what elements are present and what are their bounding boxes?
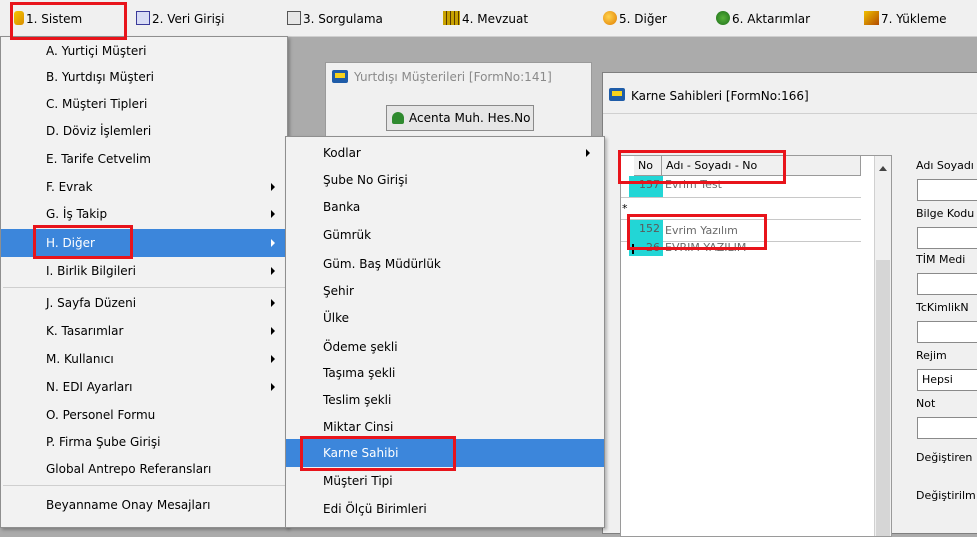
annotation-box-grid-header <box>618 150 786 184</box>
submenu-item-gum-bas-mudurluk[interactable]: Güm. Baş Müdürlük <box>286 251 604 277</box>
degistiren-label: Değiştiren <box>916 451 973 464</box>
menu-item-edi-ayarlari[interactable]: N. EDI Ayarları <box>1 374 287 400</box>
menu-separator <box>3 485 285 486</box>
acenta-muh-hes-no-button[interactable]: Acenta Muh. Hes.No <box>386 105 534 131</box>
books-icon <box>443 11 460 25</box>
menu-item-birlik-bilgileri[interactable]: I. Birlik Bilgileri <box>1 258 287 284</box>
menu-aktarimlar[interactable]: 6. Aktarımlar <box>716 10 810 28</box>
tim-medi-label: TİM Medi <box>916 253 966 266</box>
menu-item-yurtdisi-musteri[interactable]: B. Yurtdışı Müşteri <box>1 64 287 90</box>
main-menubar: 1. Sistem 2. Veri Girişi 3. Sorgulama 4.… <box>0 0 977 37</box>
submenu-arrow-icon <box>271 267 275 275</box>
submenu-item-kodlar[interactable]: Kodlar <box>286 140 604 166</box>
yurtdisi-window-title: Yurtdışı Müşterileri [FormNo:141] <box>354 70 552 84</box>
rejim-select[interactable]: Hepsi <box>917 369 977 391</box>
submenu-arrow-icon <box>271 183 275 191</box>
not-label: Not <box>916 397 936 410</box>
tim-medi-field[interactable] <box>917 273 977 295</box>
menu-item-sayfa-duzeni[interactable]: J. Sayfa Düzeni <box>1 290 287 316</box>
karne-sahibi-grid[interactable]: No Adı - Soyadı - No 157 Evrim Test * 15… <box>620 155 892 537</box>
submenu-arrow-icon <box>271 239 275 247</box>
grid-vertical-scrollbar[interactable] <box>874 156 891 536</box>
adi-soyadi-field[interactable] <box>917 179 977 201</box>
upload-icon <box>864 11 879 25</box>
bilge-kodu-label: Bilge Kodu <box>916 207 975 220</box>
submenu-item-banka[interactable]: Banka <box>286 194 604 220</box>
menu-item-firma-sube-girisi[interactable]: P. Firma Şube Girişi <box>1 429 287 455</box>
transfer-icon <box>716 11 730 25</box>
adi-soyadi-label: Adı Soyadı <box>916 159 974 172</box>
bilge-kodu-field[interactable] <box>917 227 977 249</box>
menu-item-musteri-tipleri[interactable]: C. Müşteri Tipleri <box>1 91 287 117</box>
menu-item-personel-formu[interactable]: O. Personel Formu <box>1 402 287 428</box>
yurtdisi-window-titlebar: Yurtdışı Müşterileri [FormNo:141] <box>326 63 591 91</box>
menu-sorgulama[interactable]: 3. Sorgulama <box>287 10 383 28</box>
menu-separator <box>3 287 285 288</box>
app-logo-icon <box>332 70 348 83</box>
menu-item-beyanname-onay-mesajlari[interactable]: Beyanname Onay Mesajları <box>1 492 287 518</box>
app-logo-icon <box>609 88 625 101</box>
menu-item-doviz-islemleri[interactable]: D. Döviz İşlemleri <box>1 118 287 144</box>
other-icon <box>603 11 617 25</box>
annotation-box-evrim-yazilim <box>627 214 767 250</box>
submenu-item-gumruk[interactable]: Gümrük <box>286 222 604 248</box>
menu-diger[interactable]: 5. Diğer <box>603 10 667 28</box>
rejim-label: Rejim <box>916 349 947 362</box>
scrollbar-thumb[interactable] <box>876 260 890 536</box>
submenu-item-sehir[interactable]: Şehir <box>286 278 604 304</box>
scroll-up-arrow-icon[interactable] <box>879 166 887 171</box>
data-entry-icon <box>136 11 150 25</box>
not-field[interactable] <box>917 417 977 439</box>
submenu-arrow-icon <box>271 383 275 391</box>
submenu-arrow-icon <box>271 210 275 218</box>
menu-veri-girisi[interactable]: 2. Veri Girişi <box>136 10 225 28</box>
menu-item-kullanici[interactable]: M. Kullanıcı <box>1 346 287 372</box>
annotation-box-diger <box>33 225 133 259</box>
menu-item-tarife-cetvelim[interactable]: E. Tarife Cetvelim <box>1 146 287 172</box>
submenu-arrow-icon <box>586 149 590 157</box>
tckimlik-field[interactable] <box>917 321 977 343</box>
menu-mevzuat[interactable]: 4. Mevzuat <box>443 10 528 28</box>
karne-window-titlebar: Karne Sahibleri [FormNo:166] <box>603 73 977 113</box>
submenu-item-sube-no-girisi[interactable]: Şube No Girişi <box>286 167 604 193</box>
menu-item-evrak[interactable]: F. Evrak <box>1 174 287 200</box>
tckimlik-label: TcKimlikN <box>916 301 969 314</box>
submenu-item-odeme-sekli[interactable]: Ödeme şekli <box>286 334 604 360</box>
menu-item-tasarimlar[interactable]: K. Tasarımlar <box>1 318 287 344</box>
menu-item-global-antrepo-referanslari[interactable]: Global Antrepo Referansları <box>1 456 287 482</box>
menu-item-is-takip[interactable]: G. İş Takip <box>1 201 287 227</box>
submenu-item-teslim-sekli[interactable]: Teslim şekli <box>286 387 604 413</box>
menu-item-yurtici-musteri[interactable]: A. Yurtiçi Müşteri <box>1 38 287 64</box>
submenu-item-musteri-tipi[interactable]: Müşteri Tipi <box>286 468 604 494</box>
query-icon <box>287 11 301 25</box>
annotation-box-sistem <box>10 2 127 40</box>
runner-icon <box>392 112 404 124</box>
menu-yukleme[interactable]: 7. Yükleme <box>864 10 947 28</box>
sistem-menu: A. Yurtiçi Müşteri B. Yurtdışı Müşteri C… <box>0 36 288 528</box>
submenu-item-tasima-sekli[interactable]: Taşıma şekli <box>286 360 604 386</box>
karne-sahibleri-window: Karne Sahibleri [FormNo:166] No Adı - So… <box>602 72 977 537</box>
annotation-box-karne-sahibi <box>300 436 456 471</box>
submenu-arrow-icon <box>271 327 275 335</box>
submenu-item-ulke[interactable]: Ülke <box>286 305 604 331</box>
submenu-arrow-icon <box>271 299 275 307</box>
submenu-item-edi-olcu-birimleri[interactable]: Edi Ölçü Birimleri <box>286 496 604 522</box>
submenu-arrow-icon <box>271 355 275 363</box>
karne-window-title: Karne Sahibleri [FormNo:166] <box>631 89 809 103</box>
degistirilme-label: Değiştirilm <box>916 489 976 502</box>
